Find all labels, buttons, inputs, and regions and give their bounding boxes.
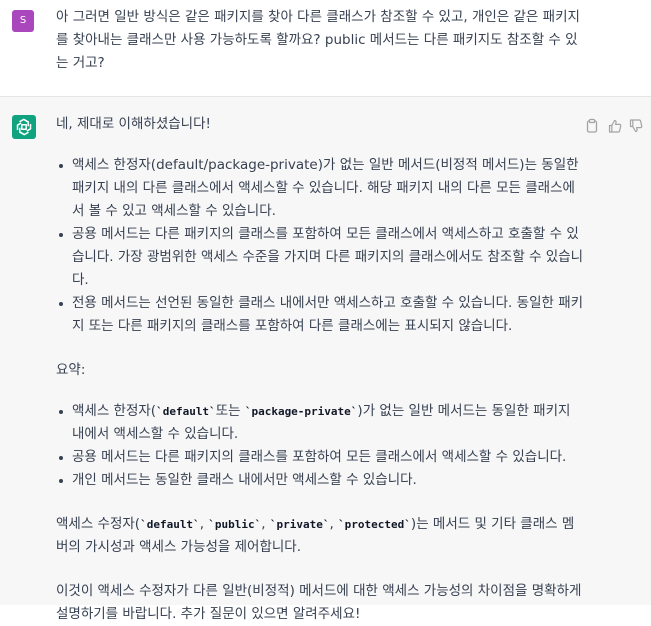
access-list: 액세스 한정자(default/package-private)가 없는 일반 … (56, 154, 586, 338)
list-item: 공용 메서드는 다른 패키지의 클래스를 포함하여 모든 클래스에서 액세스하고… (56, 223, 586, 292)
list-item: 개인 메서드는 동일한 클래스 내에서만 액세스할 수 있습니다. (56, 469, 586, 492)
list-item: 공용 메서드는 다른 패키지의 클래스를 포함하여 모든 클래스에서 액세스할 … (56, 446, 586, 469)
summary-list: 액세스 한정자(`default`또는 `package-private`)가 … (56, 400, 586, 492)
inline-code: `public` (208, 518, 262, 531)
list-item: 전용 메서드는 선언된 동일한 클래스 내에서만 액세스하고 호출할 수 있습니… (56, 292, 586, 338)
inline-code: `default` (140, 518, 200, 531)
inline-code: `private` (269, 518, 330, 531)
closing-paragraph: 이것이 액세스 수정자가 다른 일반(비정적) 메서드에 대한 액세스 가능성의… (56, 583, 582, 622)
user-avatar: S (12, 10, 34, 32)
inline-code: `default` (156, 405, 216, 418)
copy-icon[interactable] (585, 118, 599, 134)
assistant-message-content: 네, 제대로 이해하셨습니다! 액세스 한정자(default/package-… (56, 113, 586, 626)
user-message-turn: S 아 그러면 일반 방식은 같은 패키지를 찾아 다른 클래스가 참조할 수 … (0, 0, 651, 97)
thumbs-down-icon[interactable] (629, 118, 643, 134)
access-modifiers-paragraph: 액세스 수정자(`default`, `public`, `private`, … (56, 516, 575, 555)
summary-label: 요약: (56, 362, 86, 378)
inline-code: `protected` (338, 518, 411, 531)
inline-code: `package-private` (244, 405, 358, 418)
assistant-intro: 네, 제대로 이해하셨습니다! (56, 116, 211, 132)
user-message-text: 아 그러면 일반 방식은 같은 패키지를 찾아 다른 클래스가 참조할 수 있고… (56, 9, 580, 71)
list-item: 액세스 한정자(`default`또는 `package-private`)가 … (56, 400, 586, 446)
assistant-message-turn: 네, 제대로 이해하셨습니다! 액세스 한정자(default/package-… (0, 97, 651, 622)
openai-logo-icon (12, 115, 36, 139)
message-actions (585, 118, 645, 134)
list-item: 액세스 한정자(default/package-private)가 없는 일반 … (56, 154, 586, 223)
thumbs-up-icon[interactable] (608, 118, 622, 134)
